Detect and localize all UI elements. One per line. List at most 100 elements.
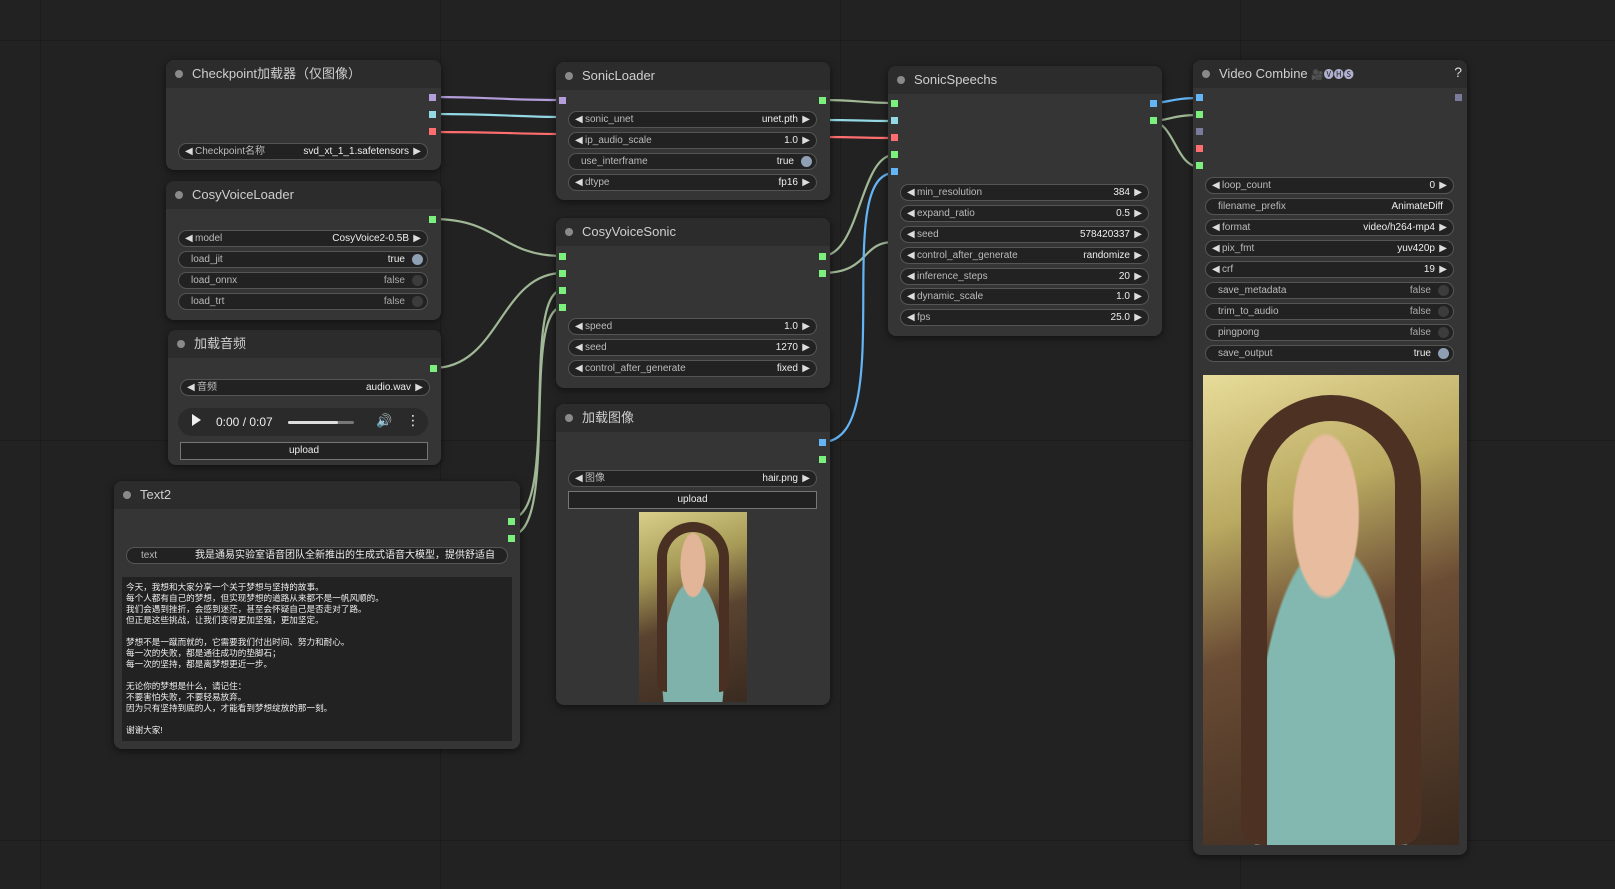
node-title[interactable]: SonicLoader — [556, 62, 830, 90]
collapse-dot-icon[interactable] — [175, 191, 183, 199]
output-slot-clip-vision[interactable] — [429, 111, 436, 118]
number-seed[interactable]: ◀ seed 578420337 ▶ — [900, 226, 1149, 243]
input-slot-2[interactable] — [559, 270, 566, 277]
node-title[interactable]: CosyVoiceLoader — [166, 181, 441, 209]
arrow-right-icon[interactable]: ▶ — [802, 175, 810, 190]
combo-sonic-unet[interactable]: ◀ sonic_unet unet.pth ▶ — [568, 111, 817, 128]
number-loop-count[interactable]: ◀ loop_count 0 ▶ — [1205, 177, 1454, 194]
arrow-left-icon[interactable]: ◀ — [575, 361, 583, 376]
node-video-combine[interactable]: Video Combine 🎥🅥🅗🅢 ? ◀ loop_count 0 ▶ fi… — [1193, 60, 1467, 855]
arrow-right-icon[interactable]: ▶ — [1439, 241, 1447, 256]
arrow-left-icon[interactable]: ◀ — [575, 133, 583, 148]
input-slot-model[interactable] — [559, 97, 566, 104]
arrow-left-icon[interactable]: ◀ — [907, 269, 915, 284]
toggle-load-onnx[interactable]: load_onnx false — [178, 272, 428, 289]
output-slot-images[interactable] — [1150, 100, 1157, 107]
combo-control-after-generate[interactable]: ◀ control_after_generate randomize ▶ — [900, 247, 1149, 264]
arrow-left-icon[interactable]: ◀ — [575, 175, 583, 190]
combo-format[interactable]: ◀ format video/h264-mp4 ▶ — [1205, 219, 1454, 236]
text-filename-prefix[interactable]: filename_prefix AnimateDiff — [1205, 198, 1454, 215]
output-slot-filenames[interactable] — [1455, 94, 1462, 101]
upload-button[interactable]: upload — [180, 442, 428, 460]
toggle-save-output[interactable]: save_output true — [1205, 345, 1454, 362]
collapse-dot-icon[interactable] — [565, 414, 573, 422]
input-slot-vae[interactable] — [1196, 145, 1203, 152]
arrow-right-icon[interactable]: ▶ — [802, 471, 810, 486]
arrow-left-icon[interactable]: ◀ — [185, 231, 193, 246]
node-title[interactable]: Video Combine 🎥🅥🅗🅢 — [1193, 60, 1467, 88]
node-title[interactable]: SonicSpeechs — [888, 66, 1162, 94]
output-slot-image[interactable] — [819, 439, 826, 446]
number-inference-steps[interactable]: ◀ inference_steps 20 ▶ — [900, 268, 1149, 285]
output-slot-model[interactable] — [429, 94, 436, 101]
collapse-dot-icon[interactable] — [565, 228, 573, 236]
number-seed[interactable]: ◀ seed 1270 ▶ — [568, 339, 817, 356]
combo-control-after-generate[interactable]: ◀ control_after_generate fixed ▶ — [568, 360, 817, 377]
arrow-left-icon[interactable]: ◀ — [1212, 220, 1220, 235]
number-ip-audio-scale[interactable]: ◀ ip_audio_scale 1.0 ▶ — [568, 132, 817, 149]
node-cosyvoice-loader[interactable]: CosyVoiceLoader ◀ model CosyVoice2-0.5B … — [166, 181, 441, 320]
output-slot-audio[interactable] — [430, 365, 437, 372]
arrow-left-icon[interactable]: ◀ — [575, 112, 583, 127]
audio-progress-track[interactable] — [288, 421, 354, 424]
more-vert-icon[interactable]: ⋮ — [406, 412, 420, 429]
node-text2[interactable]: Text2 text 我是通易实验室语音团队全新推出的生成式语音大模型，提供舒适… — [114, 481, 520, 749]
output-slot-text-1[interactable] — [508, 518, 515, 525]
collapse-dot-icon[interactable] — [897, 76, 905, 84]
arrow-left-icon[interactable]: ◀ — [575, 319, 583, 334]
output-slot-text-2[interactable] — [508, 535, 515, 542]
output-slot-2[interactable] — [819, 270, 826, 277]
input-slot-image[interactable] — [891, 168, 898, 175]
toggle-load-jit[interactable]: load_jit true — [178, 251, 428, 268]
arrow-left-icon[interactable]: ◀ — [1212, 262, 1220, 277]
input-slot-vae[interactable] — [891, 134, 898, 141]
text-field[interactable]: text 我是通易实验室语音团队全新推出的生成式语音大模型，提供舒适自 — [126, 547, 508, 564]
collapse-dot-icon[interactable] — [1202, 70, 1210, 78]
node-title[interactable]: CosyVoiceSonic — [556, 218, 830, 246]
node-sonic-speechs[interactable]: SonicSpeechs ◀ min_resolution 384 ▶ ◀ ex… — [888, 66, 1162, 336]
input-slot-audio[interactable] — [1196, 111, 1203, 118]
arrow-left-icon[interactable]: ◀ — [1212, 178, 1220, 193]
volume-icon[interactable]: 🔊 — [376, 413, 392, 429]
output-slot-1[interactable] — [819, 253, 826, 260]
collapse-dot-icon[interactable] — [565, 72, 573, 80]
arrow-right-icon[interactable]: ▶ — [1134, 269, 1142, 284]
combo-audio-file[interactable]: ◀ 音频 audio.wav ▶ — [180, 379, 430, 396]
number-fps[interactable]: ◀ fps 25.0 ▶ — [900, 309, 1149, 326]
node-title[interactable]: 加载图像 — [556, 404, 830, 432]
arrow-right-icon[interactable]: ▶ — [802, 361, 810, 376]
arrow-right-icon[interactable]: ▶ — [1134, 289, 1142, 304]
collapse-dot-icon[interactable] — [123, 491, 131, 499]
node-title[interactable]: 加载音频 — [168, 330, 441, 358]
node-sonic-loader[interactable]: SonicLoader ◀ sonic_unet unet.pth ▶ ◀ ip… — [556, 62, 830, 200]
node-load-image[interactable]: 加载图像 ◀ 图像 hair.png ▶ upload — [556, 404, 830, 705]
arrow-right-icon[interactable]: ▶ — [1134, 248, 1142, 263]
arrow-left-icon[interactable]: ◀ — [907, 310, 915, 325]
arrow-left-icon[interactable]: ◀ — [907, 206, 915, 221]
node-checkpoint-loader[interactable]: Checkpoint加载器（仅图像） ◀ Checkpoint名称 svd_xt… — [166, 60, 441, 170]
arrow-left-icon[interactable]: ◀ — [907, 185, 915, 200]
help-icon[interactable]: ? — [1454, 64, 1462, 80]
output-slot-vae[interactable] — [429, 128, 436, 135]
toggle-save-metadata[interactable]: save_metadata false — [1205, 282, 1454, 299]
arrow-right-icon[interactable]: ▶ — [802, 340, 810, 355]
combo-image-file[interactable]: ◀ 图像 hair.png ▶ — [568, 470, 817, 487]
arrow-left-icon[interactable]: ◀ — [575, 340, 583, 355]
combo-model[interactable]: ◀ model CosyVoice2-0.5B ▶ — [178, 230, 428, 247]
output-slot-audio[interactable] — [1150, 117, 1157, 124]
toggle-trim-to-audio[interactable]: trim_to_audio false — [1205, 303, 1454, 320]
node-load-audio[interactable]: 加载音频 ◀ 音频 audio.wav ▶ 0:00 / 0:07 🔊 ⋮ up… — [168, 330, 441, 465]
output-slot-model[interactable] — [429, 216, 436, 223]
input-slot-1[interactable] — [559, 253, 566, 260]
input-slot-model[interactable] — [891, 100, 898, 107]
arrow-right-icon[interactable]: ▶ — [802, 112, 810, 127]
combo-pix-fmt[interactable]: ◀ pix_fmt yuv420p ▶ — [1205, 240, 1454, 257]
arrow-right-icon[interactable]: ▶ — [1134, 227, 1142, 242]
arrow-left-icon[interactable]: ◀ — [575, 471, 583, 486]
combo-dtype[interactable]: ◀ dtype fp16 ▶ — [568, 174, 817, 191]
collapse-dot-icon[interactable] — [177, 340, 185, 348]
audio-player[interactable]: 0:00 / 0:07 🔊 ⋮ — [178, 408, 428, 436]
arrow-right-icon[interactable]: ▶ — [1439, 178, 1447, 193]
collapse-dot-icon[interactable] — [175, 70, 183, 78]
upload-button[interactable]: upload — [568, 491, 817, 509]
